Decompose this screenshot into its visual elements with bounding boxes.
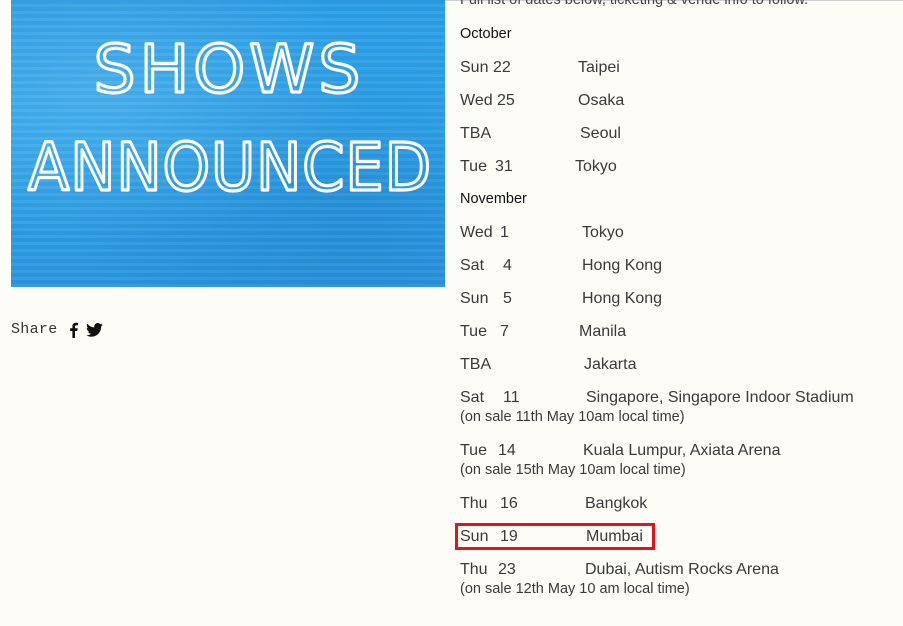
show-venue: Jakarta (584, 356, 637, 373)
on-sale-note: (on sale 15th May 10am local time) (460, 462, 686, 478)
show-venue: Osaka (578, 92, 625, 109)
show-row: TBA Jakarta (460, 356, 890, 376)
show-day: TBA (460, 356, 492, 373)
promo-artwork: SHOWS ANNOUNCED (26, 29, 432, 207)
show-row: Tue 14 Kuala Lumpur, Axiata Arena (460, 442, 890, 462)
month-heading: October (460, 26, 512, 42)
share-bar: Share (11, 321, 111, 338)
intro-text: Full list of dates below, ticketing & ve… (460, 0, 809, 8)
show-day: Wed (460, 92, 493, 109)
show-date: 14 (498, 442, 516, 459)
show-date: 11 (503, 389, 520, 406)
show-day: Sun (460, 290, 489, 307)
show-day: Tue (460, 158, 487, 175)
show-venue: Bangkok (585, 495, 648, 512)
show-day: Sun (460, 59, 489, 76)
twitter-icon[interactable] (85, 322, 103, 337)
show-row: Sun 5 Hong Kong (460, 290, 890, 310)
show-date: 22 (493, 59, 511, 76)
show-day: Sat (460, 389, 485, 406)
shows-announced-image: SHOWS ANNOUNCED (11, 0, 445, 287)
show-row: Tue 7 Manila (460, 323, 890, 343)
show-date: 16 (500, 495, 518, 512)
show-venue: Taipei (578, 59, 620, 76)
show-venue: Kuala Lumpur, Axiata Arena (583, 442, 781, 459)
show-day: Tue (460, 323, 487, 340)
show-row: Tue 31 Tokyo (460, 158, 890, 178)
show-date: 23 (498, 561, 516, 578)
on-sale-note: (on sale 12th May 10 am local time) (460, 581, 690, 597)
show-venue: Singapore, Singapore Indoor Stadium (586, 389, 854, 406)
show-row: Sat 4 Hong Kong (460, 257, 890, 277)
show-venue: Dubai, Autism Rocks Arena (585, 561, 779, 578)
show-date: 31 (495, 158, 513, 175)
show-day: Thu (460, 561, 488, 578)
show-day: Sat (460, 257, 485, 274)
show-venue: Tokyo (575, 158, 617, 175)
show-day: Tue (460, 442, 487, 459)
show-row: Wed 1 Tokyo (460, 224, 890, 244)
show-date: 5 (503, 290, 512, 307)
show-row: TBA Seoul (460, 125, 890, 145)
show-venue: Seoul (580, 125, 621, 142)
show-row: Thu 23 Dubai, Autism Rocks Arena (460, 561, 890, 581)
show-row: Wed 25 Osaka (460, 92, 890, 112)
show-venue: Manila (579, 323, 627, 340)
on-sale-note: (on sale 11th May 10am local time) (460, 409, 685, 425)
facebook-icon[interactable] (69, 322, 78, 338)
show-date: 1 (500, 224, 509, 241)
show-row: Sat 11 Singapore, Singapore Indoor Stadium (460, 389, 890, 409)
show-day: Thu (460, 495, 488, 512)
show-date: 25 (497, 92, 515, 109)
show-day: Wed (460, 224, 493, 241)
month-heading: November (460, 191, 527, 207)
show-venue: Tokyo (582, 224, 624, 241)
show-venue: Hong Kong (582, 257, 663, 274)
share-label: Share (11, 321, 58, 338)
page: SHOWS ANNOUNCED Share Full list of dates… (0, 0, 903, 626)
show-venue: Hong Kong (582, 290, 663, 307)
show-day: TBA (460, 125, 492, 142)
highlight-box (455, 523, 655, 550)
show-row: Sun 22 Taipei (460, 59, 890, 79)
show-date: 7 (500, 323, 509, 340)
show-row: Thu 16 Bangkok (460, 495, 890, 515)
promo-line-1: SHOWS (94, 31, 365, 108)
promo-line-2: ANNOUNCED (28, 129, 432, 206)
show-date: 4 (503, 257, 512, 274)
